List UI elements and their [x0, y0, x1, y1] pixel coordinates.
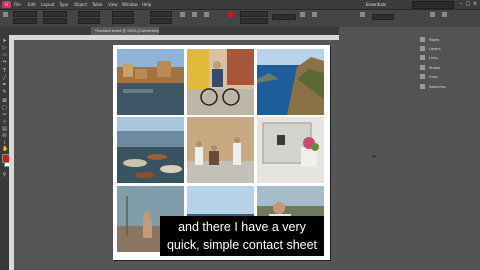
side-item-label: Links: [429, 56, 438, 60]
photo-man-with-bicycle[interactable]: [187, 49, 254, 115]
side-item-label: Color: [429, 75, 439, 79]
control-bar: [0, 10, 480, 28]
caption-line-1: and there I have a very: [178, 220, 306, 234]
document-tab[interactable]: *Contact sheet @ 100% [Converted]: [91, 27, 159, 35]
scissors-icon[interactable]: ✂: [2, 113, 7, 118]
rectangle-icon[interactable]: □: [2, 106, 7, 111]
side-item-links[interactable]: Links: [420, 54, 478, 62]
shear-field[interactable]: [112, 18, 134, 24]
line-icon[interactable]: ╱: [2, 76, 7, 81]
caption-line-2: quick, simple contact sheet: [166, 238, 318, 252]
auto-fit-icon[interactable]: [312, 12, 317, 17]
color-icon: [420, 74, 425, 79]
stroke-icon: [420, 65, 425, 70]
app-logo: Id: [2, 1, 11, 8]
grid-icon[interactable]: [442, 12, 447, 17]
zoom-icon[interactable]: ⚲: [2, 173, 7, 178]
menu-type[interactable]: Type: [59, 2, 68, 7]
pencil-icon[interactable]: ✎: [2, 90, 7, 95]
menu-object[interactable]: Object: [74, 2, 87, 7]
direct-selection-icon[interactable]: ▷: [2, 46, 7, 51]
side-item-stroke[interactable]: Stroke: [420, 64, 478, 72]
workspace-switcher[interactable]: Essentials: [366, 2, 386, 7]
side-item-swatches[interactable]: Swatches: [420, 83, 478, 91]
menu-bar: Id File Edit Layout Type Object Table Vi…: [0, 0, 480, 10]
flip-horizontal-icon[interactable]: [180, 12, 185, 17]
side-item-label: Pages: [429, 38, 440, 42]
photo-door-with-flowers[interactable]: [257, 117, 324, 183]
selection-icon[interactable]: ➤: [2, 39, 7, 44]
maximize-icon[interactable]: □: [465, 1, 471, 7]
photo-harbor-town[interactable]: [117, 49, 184, 115]
stroke-style-select[interactable]: [240, 11, 268, 17]
gradient-icon[interactable]: ▤: [2, 127, 7, 132]
menu-window[interactable]: Window: [122, 2, 138, 7]
side-item-layers[interactable]: Layers: [420, 45, 478, 53]
side-item-label: Stroke: [429, 66, 441, 70]
mouse-cursor-icon: +: [372, 154, 377, 160]
effects-icon[interactable]: [360, 12, 365, 17]
pages-icon: [420, 37, 425, 42]
note-icon[interactable]: ✉: [2, 134, 7, 139]
document-tab-bar: *Contact sheet @ 100% [Converted]: [9, 27, 339, 35]
page-icon[interactable]: ▭: [2, 53, 7, 58]
menu-edit[interactable]: Edit: [28, 2, 36, 7]
side-item-color[interactable]: Color: [420, 73, 478, 81]
menu-table[interactable]: Table: [92, 2, 102, 7]
fitting-icon[interactable]: [300, 12, 305, 17]
side-item-pages[interactable]: Pages: [420, 36, 478, 44]
layers-icon: [420, 46, 425, 51]
stroke-weight-select[interactable]: [272, 14, 296, 20]
swatches-icon: [420, 84, 425, 89]
y-position-field[interactable]: [13, 18, 37, 24]
fill-select[interactable]: [240, 18, 268, 24]
photo-boats-on-beach[interactable]: [117, 117, 184, 183]
links-icon: [420, 55, 425, 60]
width-field[interactable]: [43, 11, 67, 17]
text-wrap-icon[interactable]: [430, 12, 435, 17]
pen-icon[interactable]: ✒: [2, 83, 7, 88]
minimize-icon[interactable]: –: [458, 1, 464, 7]
height-field[interactable]: [43, 18, 67, 24]
type-icon[interactable]: T: [2, 69, 7, 74]
side-item-label: Layers: [429, 47, 441, 51]
select-container-icon[interactable]: [204, 12, 209, 17]
help-search-input[interactable]: [412, 1, 454, 9]
x-position-field[interactable]: [13, 11, 37, 17]
fill-swatch-icon[interactable]: [228, 12, 233, 17]
scale-x-field[interactable]: [78, 11, 100, 17]
free-transform-icon[interactable]: ⊹: [2, 120, 7, 125]
close-icon[interactable]: ×: [472, 1, 478, 7]
photo-people-by-wall[interactable]: [187, 117, 254, 183]
flip-vertical-icon[interactable]: [192, 12, 197, 17]
video-caption: and there I have a very quick, simple co…: [160, 216, 324, 256]
menu-view[interactable]: View: [108, 2, 118, 7]
scale-y-field[interactable]: [78, 18, 100, 24]
rotate-field[interactable]: [112, 11, 134, 17]
opacity-field[interactable]: [150, 18, 172, 24]
hand-icon[interactable]: ✋: [2, 147, 8, 152]
gap-icon[interactable]: ↔: [2, 60, 7, 65]
menu-file[interactable]: File: [14, 2, 21, 7]
stroke-weight-field[interactable]: [150, 11, 172, 17]
opacity-select[interactable]: [372, 14, 394, 20]
side-item-label: Swatches: [429, 85, 446, 89]
menu-help[interactable]: Help: [142, 2, 151, 7]
side-panel-list: Pages Layers Links Stroke Color Swatches: [418, 36, 480, 96]
rectangle-frame-icon[interactable]: ⊠: [2, 99, 7, 104]
menu-layout[interactable]: Layout: [41, 2, 55, 7]
photo-coastal-cliff[interactable]: [257, 49, 324, 115]
reference-point-icon[interactable]: [3, 12, 8, 17]
